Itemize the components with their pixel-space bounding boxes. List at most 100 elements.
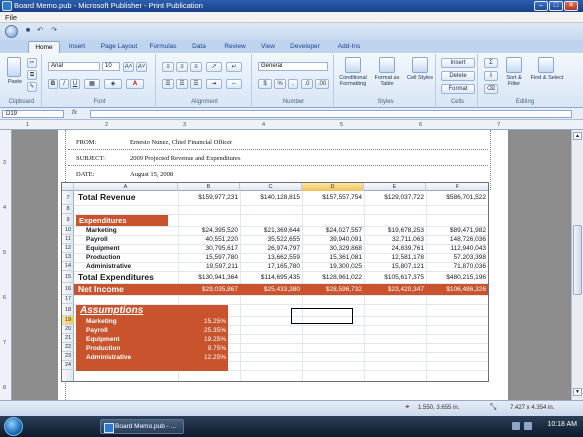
italic-button[interactable]: I: [59, 79, 69, 89]
currency-button[interactable]: $: [258, 79, 272, 89]
shrink-font-button[interactable]: A˅: [136, 62, 147, 72]
merge-center-icon[interactable]: ⇔: [226, 79, 242, 89]
paste-icon[interactable]: [7, 57, 21, 77]
copy-icon[interactable]: ⧉: [27, 70, 37, 80]
insert-cells-button[interactable]: Insert: [441, 58, 475, 68]
row-header[interactable]: 13: [62, 253, 74, 262]
comma-button[interactable]: ,: [288, 79, 298, 89]
publisher-app-icon[interactable]: [2, 1, 12, 11]
vertical-scrollbar[interactable]: ▲ ▼: [571, 130, 583, 400]
cut-icon[interactable]: ✂: [27, 58, 37, 68]
active-cell[interactable]: [291, 308, 353, 324]
maximize-button[interactable]: □: [549, 1, 563, 11]
cell-styles-icon[interactable]: [412, 57, 428, 73]
name-box[interactable]: D19: [2, 110, 64, 118]
clock[interactable]: 10:18 AM: [547, 421, 577, 428]
formula-input[interactable]: [90, 110, 572, 118]
tab-formulas[interactable]: Formulas: [146, 41, 180, 53]
tab-add-ins[interactable]: Add-Ins: [332, 41, 366, 53]
delete-cells-button[interactable]: Delete: [441, 71, 475, 81]
start-button[interactable]: [4, 417, 23, 436]
format-cells-button[interactable]: Format: [441, 84, 475, 94]
embedded-worksheet[interactable]: A B C D E F 7 8 9 10 11 12 13 14 15 16 1…: [61, 182, 489, 382]
autosum-button[interactable]: Σ: [484, 58, 498, 68]
select-all-corner[interactable]: [62, 183, 74, 191]
align-right-icon[interactable]: ☰: [190, 79, 202, 89]
column-header[interactable]: F: [426, 183, 488, 191]
row-header[interactable]: 24: [62, 361, 74, 370]
row-header[interactable]: 22: [62, 343, 74, 352]
tab-data[interactable]: Data: [187, 41, 211, 53]
format-as-table-icon[interactable]: [379, 57, 395, 73]
row-header[interactable]: 18: [62, 304, 74, 316]
row-header[interactable]: 7: [62, 191, 74, 205]
find-select-icon[interactable]: [538, 57, 554, 73]
scroll-thumb[interactable]: [573, 225, 582, 295]
row-header[interactable]: 8: [62, 205, 74, 214]
sort-filter-icon[interactable]: [506, 57, 522, 73]
font-name-field[interactable]: Arial: [48, 62, 100, 71]
align-middle-icon[interactable]: ≡: [176, 62, 188, 72]
row-header[interactable]: 17: [62, 295, 74, 304]
row-header[interactable]: 23: [62, 352, 74, 361]
align-bottom-icon[interactable]: ≡: [190, 62, 202, 72]
underline-button[interactable]: U: [70, 79, 80, 89]
column-header[interactable]: B: [178, 183, 240, 191]
save-icon[interactable]: ■: [24, 27, 32, 35]
row-header[interactable]: 19: [62, 316, 74, 325]
column-header[interactable]: C: [240, 183, 302, 191]
grow-font-button[interactable]: A˄: [123, 62, 134, 72]
borders-icon[interactable]: ▦: [84, 79, 100, 89]
column-header[interactable]: E: [364, 183, 426, 191]
format-painter-icon[interactable]: ✎: [27, 82, 37, 92]
taskbar-item-publisher[interactable]: Board Memo.pub - ...: [100, 419, 184, 434]
column-header[interactable]: A: [74, 183, 178, 191]
wrap-text-icon[interactable]: ↵: [226, 62, 242, 72]
align-top-icon[interactable]: ≡: [162, 62, 174, 72]
font-size-field[interactable]: 10: [102, 62, 120, 71]
align-center-icon[interactable]: ☰: [176, 79, 188, 89]
scroll-down-arrow-icon[interactable]: ▼: [573, 388, 582, 396]
column-header[interactable]: D: [302, 183, 364, 191]
volume-icon[interactable]: [524, 422, 532, 430]
align-left-icon[interactable]: ☰: [162, 79, 174, 89]
tab-review[interactable]: Review: [220, 41, 250, 53]
font-color-button[interactable]: A: [126, 79, 144, 89]
conditional-formatting-icon[interactable]: [345, 57, 361, 73]
indent-icon[interactable]: ⇥: [206, 79, 222, 89]
number-format-field[interactable]: General: [258, 62, 328, 71]
clear-icon[interactable]: ⌫: [484, 84, 498, 94]
percent-button[interactable]: %: [274, 79, 286, 89]
row-header[interactable]: 16: [62, 283, 74, 295]
increase-decimal-button[interactable]: .0: [301, 79, 313, 89]
undo-icon[interactable]: ↶: [36, 27, 44, 35]
tab-view[interactable]: View: [256, 41, 280, 53]
row-header[interactable]: 21: [62, 334, 74, 343]
row-header[interactable]: 14: [62, 262, 74, 271]
fill-icon[interactable]: ⇩: [484, 71, 498, 81]
scroll-up-arrow-icon[interactable]: ▲: [573, 132, 582, 140]
redo-icon[interactable]: ↷: [50, 27, 58, 35]
row-header[interactable]: 20: [62, 325, 74, 334]
row-header[interactable]: 12: [62, 244, 74, 253]
office-button-icon[interactable]: [5, 25, 18, 38]
orientation-icon[interactable]: ↗: [206, 62, 222, 72]
tab-page-layout[interactable]: Page Layout: [96, 41, 142, 53]
row-header[interactable]: 15: [62, 271, 74, 283]
network-icon[interactable]: [512, 422, 520, 430]
bold-button[interactable]: B: [48, 79, 58, 89]
total-revenue-value: $586,701,522: [446, 194, 486, 201]
object-position: 1.550, 3.655 in.: [418, 405, 460, 411]
row-header[interactable]: 10: [62, 226, 74, 235]
tab-home[interactable]: Home: [28, 41, 60, 53]
close-button[interactable]: ✕: [564, 1, 578, 11]
menu-file[interactable]: File: [5, 13, 17, 22]
decrease-decimal-button[interactable]: .00: [315, 79, 329, 89]
tab-developer[interactable]: Developer: [286, 41, 324, 53]
minimize-button[interactable]: –: [534, 1, 548, 11]
row-header[interactable]: 11: [62, 235, 74, 244]
tab-insert[interactable]: Insert: [63, 41, 91, 53]
row-header[interactable]: 9: [62, 214, 74, 226]
fill-color-icon[interactable]: ◈: [104, 79, 122, 89]
function-icon[interactable]: fx: [72, 109, 77, 116]
